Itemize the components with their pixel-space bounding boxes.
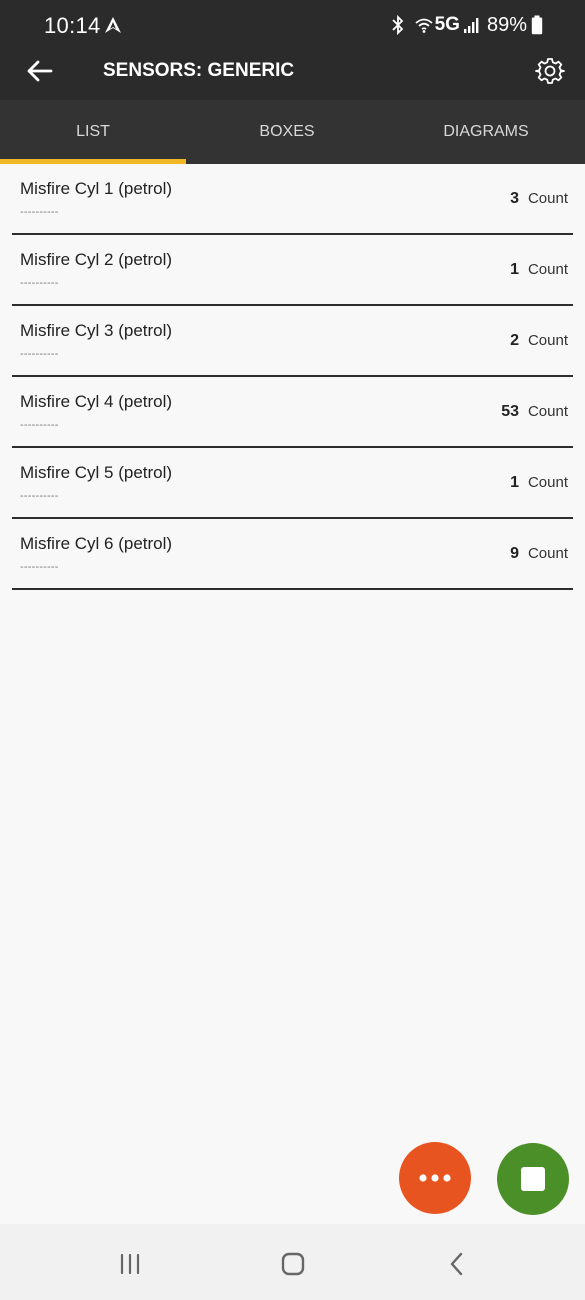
sensor-unit: Count	[527, 474, 568, 491]
sensor-row[interactable]: Misfire Cyl 3 (petrol) ---------- 2 Coun…	[0, 306, 585, 377]
settings-button[interactable]	[535, 56, 565, 86]
sensor-value: 53	[501, 403, 519, 420]
sensor-unit: Count	[527, 332, 568, 349]
sensor-row[interactable]: Misfire Cyl 1 (petrol) ---------- 3 Coun…	[0, 164, 585, 235]
sensor-row[interactable]: Misfire Cyl 6 (petrol) ---------- 9 Coun…	[0, 519, 585, 590]
bluetooth-icon	[391, 14, 403, 36]
tab-boxes[interactable]: BOXES	[194, 100, 380, 164]
wifi-icon	[415, 18, 433, 33]
sensor-value: 9	[510, 545, 519, 562]
sensor-placeholder: ----------	[20, 490, 59, 502]
sensor-unit: Count	[527, 545, 568, 562]
more-options-button[interactable]	[399, 1142, 471, 1214]
stop-button[interactable]	[497, 1143, 569, 1215]
home-button[interactable]	[271, 1242, 315, 1286]
system-navigation-bar	[0, 1224, 585, 1300]
system-back-button[interactable]	[435, 1242, 479, 1286]
status-time: 10:14	[44, 13, 101, 38]
sensor-list: Misfire Cyl 1 (petrol) ---------- 3 Coun…	[0, 164, 585, 590]
tab-label: BOXES	[259, 123, 315, 140]
home-icon	[281, 1252, 305, 1276]
sensor-placeholder: ----------	[20, 561, 59, 573]
sensor-name: Misfire Cyl 2 (petrol)	[20, 250, 173, 269]
sensor-unit: Count	[527, 261, 568, 278]
battery-percent: 89%	[486, 13, 527, 36]
sensor-name: Misfire Cyl 1 (petrol)	[20, 179, 173, 198]
navigation-arrow-icon	[105, 17, 121, 33]
sensor-placeholder: ----------	[20, 277, 59, 289]
sensor-value: 1	[510, 474, 519, 491]
tab-diagrams[interactable]: DIAGRAMS	[393, 100, 579, 164]
signal-icon	[463, 18, 479, 33]
sensor-name: Misfire Cyl 4 (petrol)	[20, 392, 173, 411]
tab-label: DIAGRAMS	[443, 123, 529, 140]
sensor-row[interactable]: Misfire Cyl 2 (petrol) ---------- 1 Coun…	[0, 235, 585, 306]
tab-bar: LIST BOXES DIAGRAMS	[0, 100, 585, 164]
sensor-value: 1	[510, 261, 519, 278]
sensor-name: Misfire Cyl 3 (petrol)	[20, 321, 173, 340]
sensor-row[interactable]: Misfire Cyl 4 (petrol) ---------- 53 Cou…	[0, 377, 585, 448]
status-indicators: 5G 89%	[391, 13, 543, 37]
app-bar: SENSORS: GENERIC	[0, 42, 585, 100]
gear-icon	[535, 58, 565, 84]
sensor-placeholder: ----------	[20, 348, 59, 360]
sensor-placeholder: ----------	[20, 206, 59, 218]
recents-button[interactable]	[108, 1242, 152, 1286]
status-bar: 10:14 5G 89%	[0, 0, 585, 42]
tab-list[interactable]: LIST	[0, 100, 186, 164]
more-horizontal-icon	[419, 1174, 451, 1182]
battery-icon	[531, 15, 543, 35]
chevron-left-icon	[450, 1252, 463, 1276]
sensor-row[interactable]: Misfire Cyl 5 (petrol) ---------- 1 Coun…	[0, 448, 585, 519]
sensor-placeholder: ----------	[20, 419, 59, 431]
network-type: 5G	[434, 14, 460, 35]
arrow-left-icon	[27, 60, 53, 82]
back-button[interactable]	[22, 54, 56, 88]
sensor-value: 3	[510, 190, 519, 207]
stop-icon	[521, 1167, 545, 1191]
tab-label: LIST	[76, 123, 110, 140]
sensor-name: Misfire Cyl 5 (petrol)	[20, 463, 173, 482]
sensor-value: 2	[510, 332, 519, 349]
divider	[12, 588, 573, 590]
recents-icon	[120, 1253, 140, 1275]
screen: 10:14 5G 89% SENSORS: GENERIC LIST BOXES…	[0, 0, 585, 1300]
page-title: SENSORS: GENERIC	[103, 60, 295, 81]
sensor-name: Misfire Cyl 6 (petrol)	[20, 534, 173, 553]
sensor-unit: Count	[527, 190, 568, 207]
sensor-unit: Count	[527, 403, 568, 420]
